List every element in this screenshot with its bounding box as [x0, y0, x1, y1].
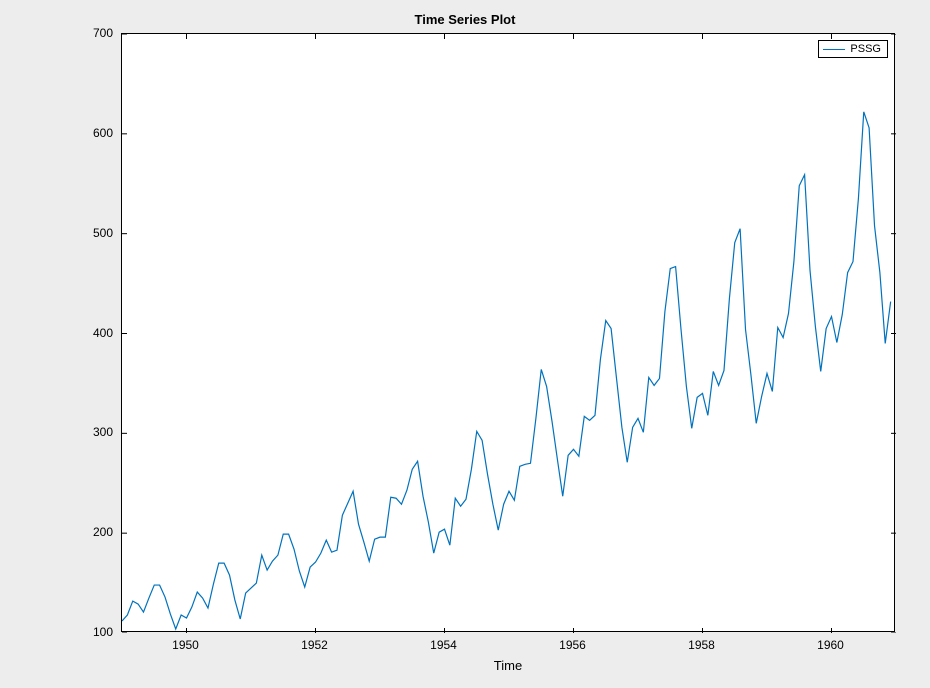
series-line: [122, 112, 891, 629]
legend-box: PSSG: [818, 40, 888, 58]
chart-title: Time Series Plot: [0, 12, 930, 27]
x-tick-label: 1960: [801, 638, 861, 652]
y-tick-label: 500: [73, 226, 113, 240]
y-tick-label: 200: [73, 525, 113, 539]
legend-series-label: PSSG: [850, 43, 881, 55]
y-tick-label: 100: [73, 625, 113, 639]
x-tick-label: 1954: [414, 638, 474, 652]
y-tick-label: 600: [73, 126, 113, 140]
plot-svg: [122, 34, 896, 633]
plot-axes: PSSG: [121, 33, 895, 632]
x-tick-label: 1950: [156, 638, 216, 652]
figure-window: Time Series Plot PSSG Time 100 200 300 400 5…: [0, 0, 930, 688]
x-tick-label: 1956: [543, 638, 603, 652]
x-tick-label: 1952: [285, 638, 345, 652]
x-axis-label: Time: [494, 658, 522, 673]
legend-swatch: [823, 49, 845, 50]
y-tick-label: 700: [73, 26, 113, 40]
x-tick-label: 1958: [672, 638, 732, 652]
y-tick-label: 300: [73, 425, 113, 439]
y-tick-label: 400: [73, 326, 113, 340]
